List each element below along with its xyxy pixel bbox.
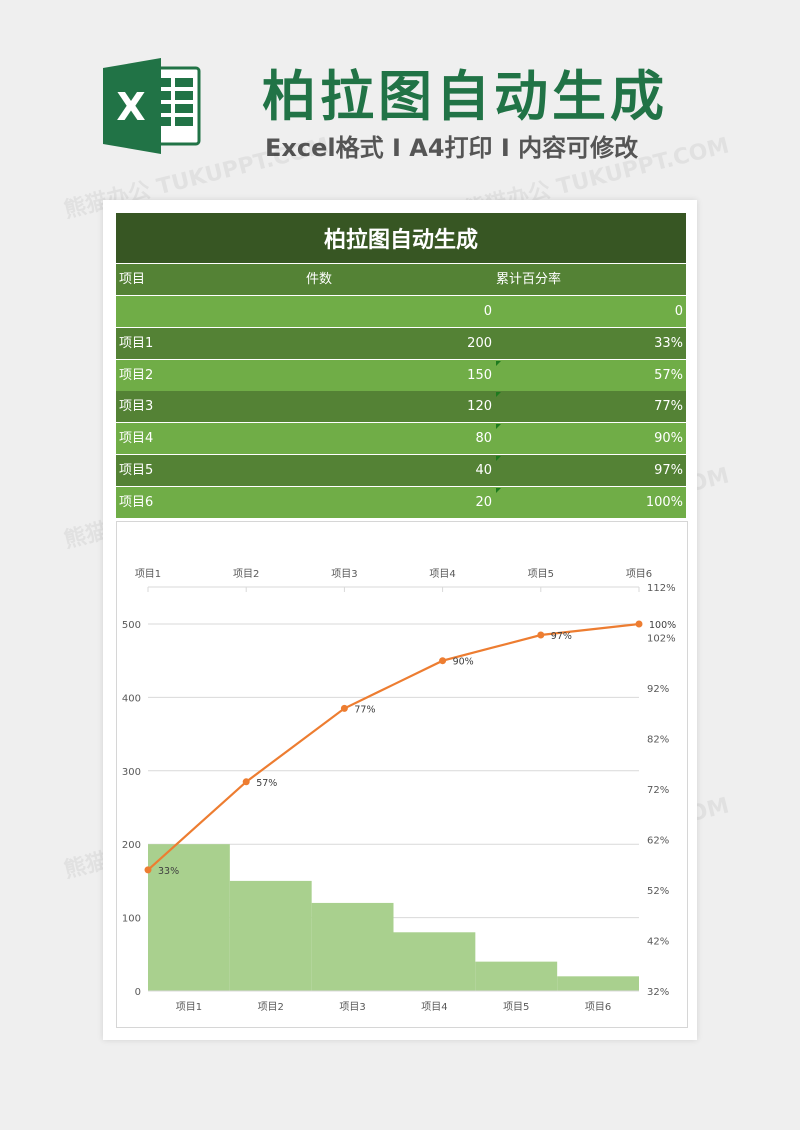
cell-pct[interactable]: 97% (496, 455, 683, 486)
cumulative-data-label: 100% (649, 620, 676, 631)
y-right-tick-label: 102% (647, 634, 676, 645)
cumulative-point (635, 620, 643, 628)
header-cell-item: 项目 (119, 272, 146, 287)
y-left-tick-label: 200 (122, 840, 141, 851)
table-row[interactable]: 项目4 80 90% (116, 423, 686, 454)
x-axis-label: 项目1 (176, 1001, 202, 1013)
y-left-tick-label: 100 (122, 914, 141, 925)
cumulative-point (242, 778, 250, 786)
hero-title: 柏拉图自动生成 (262, 65, 668, 128)
table-header-row: 项目 件数 累计百分率 (116, 264, 686, 295)
bar (557, 976, 639, 991)
table-row[interactable]: 项目3 120 77% (116, 391, 686, 422)
y-right-tick-label: 42% (647, 937, 669, 948)
cumulative-point (537, 631, 545, 639)
cell-pct[interactable]: 77% (496, 391, 683, 422)
y-right-tick-label: 62% (647, 836, 669, 847)
cell-item[interactable]: 项目3 (119, 391, 153, 422)
cumulative-data-label: 97% (551, 631, 572, 642)
cell-item[interactable]: 项目2 (119, 360, 153, 391)
x-axis-label: 项目2 (258, 1001, 284, 1013)
cell-count[interactable]: 150 (306, 360, 492, 391)
bar (393, 932, 476, 991)
cumulative-data-label: 33% (158, 866, 179, 877)
cell-count[interactable]: 120 (306, 391, 492, 422)
excel-logo-icon: X (103, 58, 201, 154)
x-axis-label: 项目6 (585, 1001, 611, 1013)
cumulative-point (144, 866, 152, 874)
cumulative-point (439, 657, 447, 665)
pareto-chart-svg: 项目1 项目2 项目3 项目4 项目5 项目6 0 100 200 300 400 500 32% 42%… (122, 568, 676, 1013)
top-axis-label: 项目3 (331, 568, 357, 580)
table-row[interactable]: 项目6 20 100% (116, 487, 686, 518)
cumulative-data-label: 77% (354, 704, 375, 715)
y-right-tick-label: 32% (647, 987, 669, 998)
cumulative-data-label: 57% (256, 778, 277, 789)
cell-count[interactable]: 40 (306, 455, 492, 486)
bar (229, 880, 312, 991)
cumulative-data-label: 90% (453, 657, 474, 668)
cell-count[interactable]: 20 (306, 487, 492, 518)
y-right-tick-label: 72% (647, 785, 669, 796)
y-left-tick-label: 300 (122, 767, 141, 778)
top-axis-label: 项目5 (528, 568, 554, 580)
table-row[interactable]: 0 0 (116, 296, 686, 327)
cumulative-point (340, 704, 348, 712)
cell-count[interactable]: 0 (306, 296, 492, 327)
table-row[interactable]: 项目2 150 57% (116, 360, 686, 391)
cell-item[interactable]: 项目4 (119, 423, 153, 454)
cell-pct[interactable]: 57% (496, 360, 683, 391)
top-axis-label: 项目1 (135, 568, 161, 580)
table-row[interactable]: 项目1 200 33% (116, 328, 686, 359)
excel-logo-letter: X (116, 85, 145, 129)
x-axis-label: 项目5 (503, 1001, 529, 1013)
y-right-tick-label: 92% (647, 684, 669, 695)
cell-pct[interactable]: 33% (496, 328, 683, 359)
table-title: 柏拉图自动生成 (116, 213, 686, 263)
cell-pct[interactable]: 90% (496, 423, 683, 454)
y-right-tick-label: 82% (647, 735, 669, 746)
x-axis-label: 项目3 (339, 1001, 365, 1013)
top-axis-label: 项目2 (233, 568, 259, 580)
cell-item[interactable]: 项目1 (119, 328, 153, 359)
header-cell-count: 件数 (306, 272, 333, 287)
bar (311, 902, 394, 991)
top-axis-label: 项目4 (429, 568, 455, 580)
table-row[interactable]: 项目5 40 97% (116, 455, 686, 486)
y-left-tick-label: 500 (122, 620, 141, 631)
header-cell-cumulative: 累计百分率 (496, 272, 562, 287)
y-left-tick-label: 400 (122, 693, 141, 704)
y-left-tick-label: 0 (135, 987, 141, 998)
cell-pct[interactable]: 100% (496, 487, 683, 518)
pareto-chart[interactable]: 项目1 项目2 项目3 项目4 项目5 项目6 0 100 200 300 400 500 32% 42%… (116, 521, 688, 1028)
cell-item[interactable]: 项目6 (119, 487, 153, 518)
y-right-tick-label: 52% (647, 886, 669, 897)
cell-item[interactable]: 项目5 (119, 455, 153, 486)
top-axis-label: 项目6 (626, 568, 652, 580)
y-right-tick-label: 112% (647, 583, 676, 594)
bar (475, 961, 558, 991)
cell-count[interactable]: 80 (306, 423, 492, 454)
cell-pct[interactable]: 0 (496, 296, 683, 327)
cell-count[interactable]: 200 (306, 328, 492, 359)
x-axis-label: 项目4 (421, 1001, 447, 1013)
cumulative-line (147, 622, 640, 871)
